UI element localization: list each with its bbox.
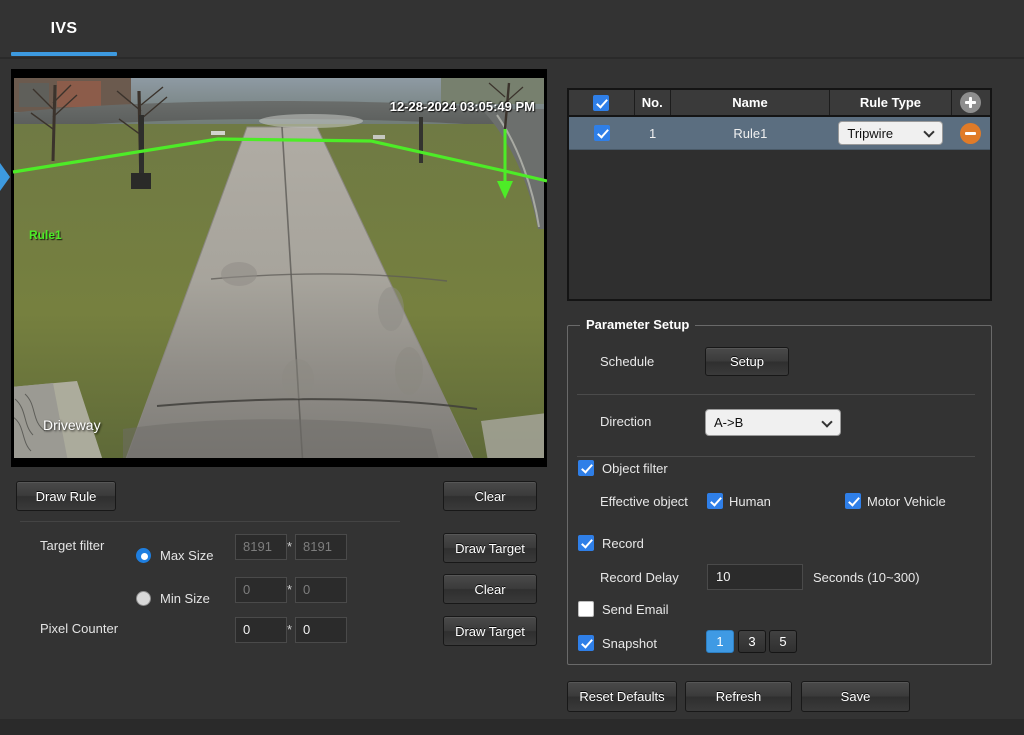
clear-target-label: Clear <box>474 581 506 597</box>
param-divider-1 <box>577 394 975 395</box>
record-label: Record <box>602 536 644 551</box>
reset-defaults-label: Reset Defaults <box>579 689 665 704</box>
max-size-radio[interactable] <box>136 548 151 563</box>
pixel-counter-width-input[interactable]: 0 <box>235 617 287 643</box>
direction-value: A->B <box>714 415 744 430</box>
parameter-setup-legend: Parameter Setup <box>580 317 696 332</box>
add-rule-button[interactable] <box>960 92 982 113</box>
tab-ivs-label: IVS <box>50 19 78 37</box>
draw-target-max-label: Draw Target <box>455 540 525 556</box>
draw-target-pixel-button[interactable]: Draw Target <box>443 616 537 646</box>
bottom-strip <box>0 719 1024 735</box>
video-preview[interactable]: 12-28-2024 03:05:49 PM Driveway Rule1 <box>11 69 547 467</box>
left-panel-divider <box>20 521 400 522</box>
video-channel-name: Driveway <box>43 417 101 433</box>
row-no: 1 <box>649 125 657 141</box>
draw-rule-label: Draw Rule <box>35 488 97 504</box>
chevron-down-icon <box>923 126 936 138</box>
motor-vehicle-label: Motor Vehicle <box>867 494 946 509</box>
effective-object-label: Effective object <box>600 494 688 509</box>
panel-expand-arrow-icon[interactable] <box>0 163 10 191</box>
refresh-label: Refresh <box>715 689 762 704</box>
draw-rule-button[interactable]: Draw Rule <box>16 481 116 511</box>
rule-type-value: Tripwire <box>847 125 894 141</box>
max-size-height-input[interactable]: 8191 <box>295 534 347 560</box>
draw-target-pixel-label: Draw Target <box>455 623 525 639</box>
header-select-all-cell <box>569 90 635 115</box>
snapshot-option-1[interactable]: 1 <box>706 630 734 653</box>
object-filter-label: Object filter <box>602 461 668 476</box>
target-filter-label: Target filter <box>40 538 105 553</box>
select-all-checkbox[interactable] <box>593 94 610 111</box>
direction-select[interactable]: A->B <box>705 409 841 436</box>
schedule-label: Schedule <box>600 354 655 369</box>
send-email-label: Send Email <box>602 602 669 617</box>
max-size-label: Max Size <box>160 548 214 563</box>
save-button[interactable]: Save <box>801 681 910 712</box>
tab-ivs[interactable]: IVS <box>11 0 117 57</box>
table-row[interactable]: 1 Rule1 Tripwire <box>569 117 990 150</box>
size-separator-3: * <box>287 622 293 637</box>
param-divider-2 <box>577 456 975 457</box>
tripwire-rule-overlay <box>12 129 547 199</box>
size-separator-2: * <box>287 582 293 597</box>
header-rule-type: Rule Type <box>830 90 952 115</box>
pixel-counter-label: Pixel Counter <box>40 621 119 636</box>
row-rule-type-cell: Tripwire <box>830 117 952 149</box>
row-remove-cell <box>952 117 990 149</box>
max-size-width-input[interactable]: 8191 <box>235 534 287 560</box>
send-email-checkbox[interactable] <box>578 601 594 617</box>
rule-table-header: No. Name Rule Type <box>569 90 990 117</box>
record-delay-label: Record Delay <box>600 570 679 585</box>
tab-bar: IVS <box>0 0 1024 57</box>
min-size-width-input[interactable]: 0 <box>235 577 287 603</box>
video-timestamp: 12-28-2024 03:05:49 PM <box>389 99 535 114</box>
clear-rule-button[interactable]: Clear <box>443 481 537 511</box>
human-label: Human <box>729 494 771 509</box>
pixel-counter-height-input[interactable]: 0 <box>295 617 347 643</box>
tab-active-underline <box>11 52 117 56</box>
schedule-setup-label: Setup <box>730 354 764 369</box>
refresh-button[interactable]: Refresh <box>685 681 792 712</box>
object-filter-checkbox[interactable] <box>578 460 594 476</box>
row-select-cell <box>569 117 634 149</box>
snapshot-checkbox[interactable] <box>578 635 594 651</box>
human-checkbox[interactable] <box>707 493 723 509</box>
min-size-label: Min Size <box>160 591 210 606</box>
row-checkbox[interactable] <box>593 125 610 141</box>
tab-bar-separator <box>0 57 1024 59</box>
save-label: Save <box>840 689 871 704</box>
rule-type-select[interactable]: Tripwire <box>838 121 944 145</box>
snapshot-option-3[interactable]: 3 <box>738 630 766 653</box>
reset-defaults-button[interactable]: Reset Defaults <box>567 681 677 712</box>
remove-rule-button[interactable] <box>960 122 982 144</box>
rule-table: No. Name Rule Type 1 Rule1 Tripwire <box>567 88 992 301</box>
header-name: Name <box>671 90 831 115</box>
direction-label: Direction <box>600 414 652 429</box>
record-delay-units-label: Seconds (10~300) <box>813 570 920 585</box>
clear-rule-label: Clear <box>474 488 506 504</box>
motor-vehicle-checkbox[interactable] <box>845 493 861 509</box>
chevron-down-icon <box>821 415 833 428</box>
header-add-cell <box>952 90 990 115</box>
row-name[interactable]: Rule1 <box>671 117 830 149</box>
record-delay-input[interactable]: 10 <box>707 564 803 590</box>
size-separator-1: * <box>287 539 293 554</box>
record-checkbox[interactable] <box>578 535 594 551</box>
snapshot-label: Snapshot <box>602 636 657 651</box>
rule-overlay-label: Rule1 <box>29 228 62 242</box>
clear-target-button[interactable]: Clear <box>443 574 537 604</box>
header-no: No. <box>635 90 671 115</box>
schedule-setup-button[interactable]: Setup <box>705 347 789 376</box>
min-size-height-input[interactable]: 0 <box>295 577 347 603</box>
ivs-config-page: IVS 12-28-2024 03:05:49 PM Driveway Rule… <box>0 0 1024 735</box>
snapshot-option-5[interactable]: 5 <box>769 630 797 653</box>
draw-target-max-button[interactable]: Draw Target <box>443 533 537 563</box>
min-size-radio[interactable] <box>136 591 151 606</box>
